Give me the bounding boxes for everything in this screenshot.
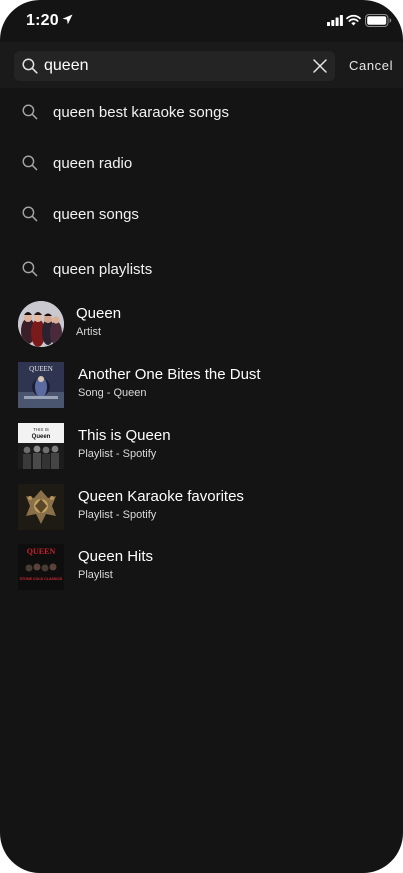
phone-screen: 1:20 queen Cancel queen best karaoke son… xyxy=(0,0,403,873)
result-item-playlist[interactable]: QUEEN STONE COLD CLASSICS Queen Hits Pla… xyxy=(0,542,403,594)
album-cover-text: QUEEN xyxy=(29,365,53,373)
result-title: Another One Bites the Dust xyxy=(78,366,261,383)
result-subtitle: Playlist - Spotify xyxy=(78,509,157,521)
search-icon xyxy=(22,155,38,171)
crest-cover xyxy=(18,484,64,530)
result-title: This is Queen xyxy=(78,427,171,444)
result-item-playlist[interactable]: Queen Karaoke favorites Playlist - Spoti… xyxy=(0,482,403,534)
status-time: 1:20 xyxy=(26,12,59,29)
result-item-song[interactable]: QUEEN Another One Bites the Dust Song - … xyxy=(0,360,403,412)
battery-icon xyxy=(365,14,392,27)
result-item-artist[interactable]: Queen Artist xyxy=(0,299,403,351)
artist-photo xyxy=(18,301,64,347)
search-icon xyxy=(22,206,38,222)
suggestion-item[interactable]: queen playlists xyxy=(0,250,403,290)
cancel-button[interactable]: Cancel xyxy=(349,58,393,73)
playlist-cover-line-1: THIS IS xyxy=(33,427,49,432)
search-input[interactable] xyxy=(44,55,299,77)
location-arrow-icon xyxy=(62,14,73,25)
album-cover-subtext: STONE COLD CLASSICS xyxy=(20,577,63,581)
close-icon[interactable] xyxy=(312,58,328,74)
result-subtitle: Artist xyxy=(76,326,102,338)
wifi-icon xyxy=(346,14,361,26)
result-subtitle: Playlist xyxy=(78,569,113,581)
result-title: Queen Hits xyxy=(78,548,154,565)
suggestion-item[interactable]: queen best karaoke songs xyxy=(0,93,403,133)
album-cover: QUEEN STONE COLD CLASSICS xyxy=(18,544,64,590)
search-icon xyxy=(22,58,38,74)
album-cover-text: QUEEN xyxy=(27,547,56,556)
status-bar: 1:20 xyxy=(0,0,403,42)
album-cover: QUEEN xyxy=(18,362,64,408)
suggestion-label: queen best karaoke songs xyxy=(53,104,229,121)
result-subtitle: Song - Queen xyxy=(78,387,147,399)
suggestion-label: queen radio xyxy=(53,155,133,172)
result-title: Queen xyxy=(76,305,122,322)
result-title: Queen Karaoke favorites xyxy=(78,488,244,505)
result-subtitle: Playlist - Spotify xyxy=(78,448,157,460)
suggestion-item[interactable]: queen radio xyxy=(0,144,403,184)
cellular-signal-icon xyxy=(327,15,343,26)
playlist-cover-line-2: Queen xyxy=(32,434,51,440)
search-icon xyxy=(22,261,38,277)
result-item-playlist[interactable]: THIS IS Queen This is Queen Playlist - S… xyxy=(0,421,403,473)
playlist-cover: THIS IS Queen xyxy=(18,423,64,469)
search-field[interactable] xyxy=(14,51,335,81)
suggestion-label: queen playlists xyxy=(53,261,153,278)
search-header: Cancel xyxy=(0,42,403,88)
suggestion-label: queen songs xyxy=(53,206,139,223)
search-icon xyxy=(22,104,38,120)
suggestion-item[interactable]: queen songs xyxy=(0,195,403,235)
